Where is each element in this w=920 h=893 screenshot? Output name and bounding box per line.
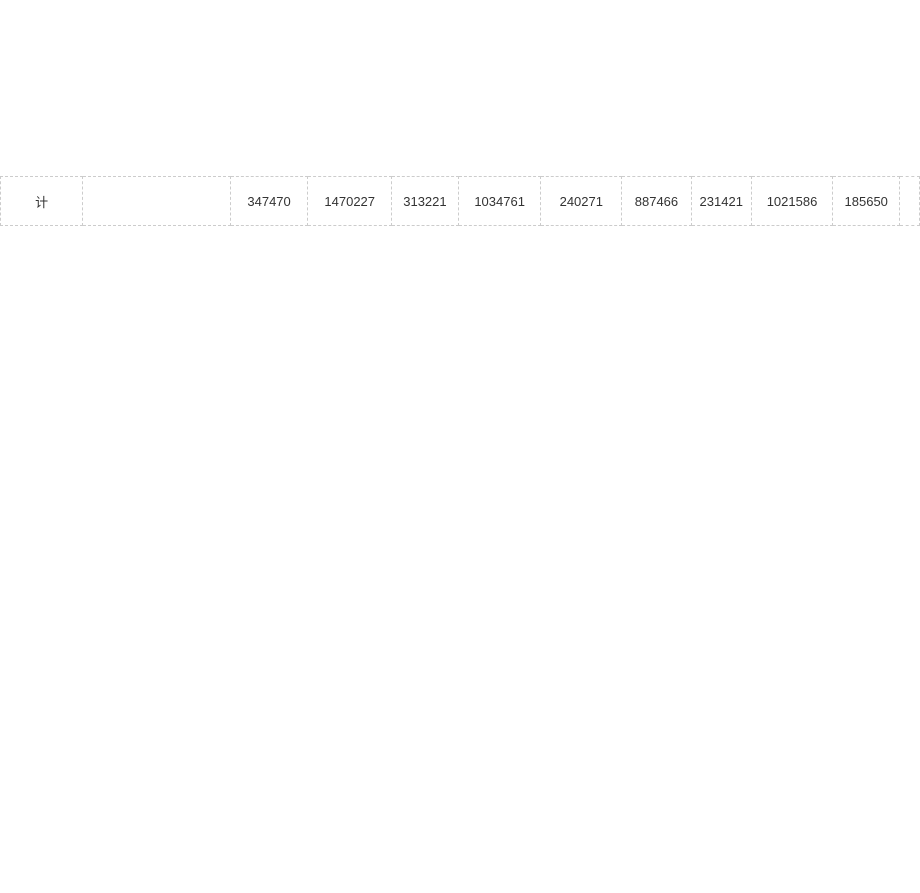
data-cell-partial (900, 177, 920, 226)
data-cell: 887466 (622, 177, 692, 226)
data-cell: 347470 (230, 177, 308, 226)
data-cell: 1021586 (751, 177, 833, 226)
data-cell: 313221 (392, 177, 459, 226)
data-cell: 1470227 (308, 177, 392, 226)
data-cell: 185650 (833, 177, 900, 226)
data-cell: 1034761 (458, 177, 541, 226)
table-container: 计 347470 1470227 313221 1034761 240271 8… (0, 176, 920, 226)
blank-cell (83, 177, 230, 226)
data-cell: 231421 (691, 177, 751, 226)
table-row: 计 347470 1470227 313221 1034761 240271 8… (1, 177, 920, 226)
data-table: 计 347470 1470227 313221 1034761 240271 8… (0, 176, 920, 226)
row-label-cell: 计 (1, 177, 83, 226)
data-cell: 240271 (541, 177, 622, 226)
